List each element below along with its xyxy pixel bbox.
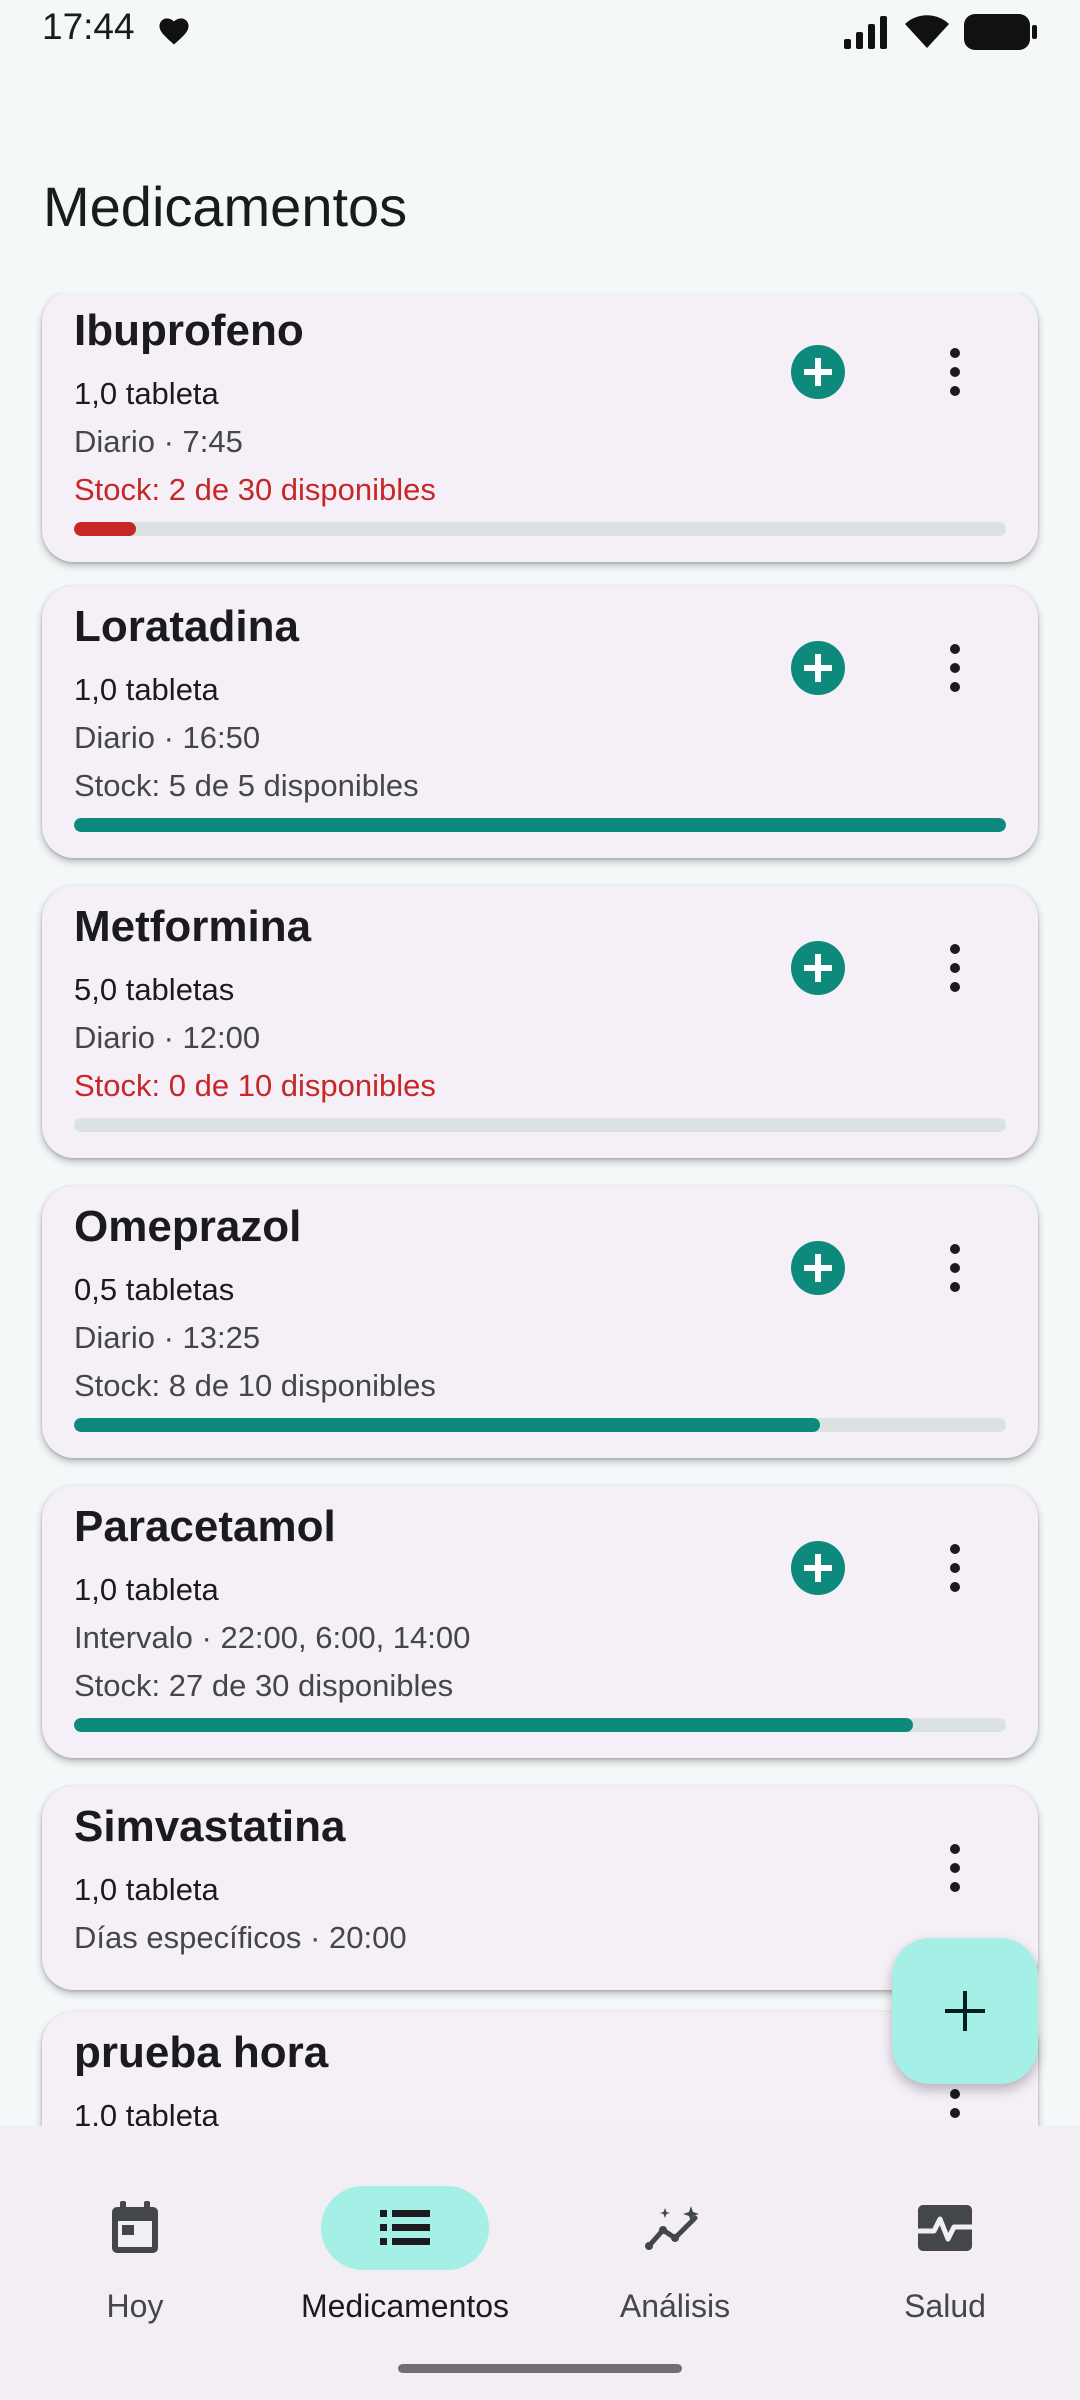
medication-dose: 5,0 tabletas [74,972,235,1007]
stock-progress-bar [74,1718,1006,1732]
add-dose-button[interactable] [790,1240,846,1296]
medication-schedule: Diario · 16:50 [74,720,261,755]
medication-schedule: Diario · 7:45 [74,424,243,459]
medication-name: Ibuprofeno [74,306,304,355]
stock-progress-fill [74,818,1006,832]
nav-item-salud[interactable]: Salud [810,2156,1080,2324]
add-dose-button[interactable] [790,640,846,696]
nav-item-analisis[interactable]: Análisis [540,2156,810,2324]
medication-card[interactable]: Omeprazol 0,5 tabletas Diario · 13:25 Stock… [42,1186,1038,1458]
heart-icon [159,18,189,45]
status-bar: 17:44 [0,0,1080,62]
medication-schedule: Intervalo · 22:00, 6:00, 14:00 [74,1620,471,1655]
medication-list[interactable]: Ibuprofeno 1,0 tableta Diario · 7:45 Stock:… [0,292,1080,2126]
stock-progress-fill [74,1418,820,1432]
list-icon [380,2210,430,2245]
more-options-icon[interactable] [930,636,980,700]
medication-schedule: Días específicos · 20:00 [74,1920,407,1955]
medication-dose: 1,0 tableta [74,1872,219,1907]
more-options-icon[interactable] [930,1836,980,1900]
medication-dose: 0,5 tabletas [74,1272,235,1307]
medication-name: prueba hora [74,2028,329,2077]
medication-schedule: Diario · 13:25 [74,1320,261,1355]
medication-card[interactable]: Paracetamol 1,0 tableta Intervalo · 22:00,… [42,1486,1038,1758]
nav-item-hoy[interactable]: Hoy [0,2156,270,2324]
stock-progress-bar [74,522,1006,536]
stock-progress-bar [74,1118,1006,1132]
add-dose-button[interactable] [790,1540,846,1596]
status-icons [842,12,1038,52]
medication-dose: 1,0 tableta [74,2098,219,2126]
nav-label: Medicamentos [300,2288,510,2324]
medication-name: Simvastatina [74,1802,346,1851]
nav-label: Hoy [106,2288,164,2324]
medication-name: Metformina [74,902,312,951]
health-monitor-icon [918,2205,972,2251]
medication-schedule: Diario · 12:00 [74,1020,261,1055]
nav-label: Análisis [619,2288,731,2324]
nav-pill [591,2186,759,2270]
nav-pill [51,2186,219,2270]
more-options-icon[interactable] [930,340,980,404]
nav-item-medicamentos[interactable]: Medicamentos [270,2156,540,2324]
more-options-icon[interactable] [930,936,980,1000]
medication-dose: 1,0 tableta [74,376,219,411]
add-dose-button[interactable] [790,344,846,400]
medication-card[interactable]: prueba hora 1,0 tableta [42,2012,1038,2126]
plus-icon [945,1991,985,2031]
stock-text: Stock: 0 de 10 disponibles [74,1068,436,1103]
stock-text: Stock: 8 de 10 disponibles [74,1368,436,1403]
stock-progress-fill [74,522,136,536]
medication-dose: 1,0 tableta [74,1572,219,1607]
add-dose-button[interactable] [790,940,846,996]
add-medication-fab[interactable] [892,1938,1038,2084]
page-title: Medicamentos [43,175,408,238]
more-options-icon[interactable] [930,1536,980,1600]
stock-progress-bar [74,818,1006,832]
medication-card[interactable]: Simvastatina 1,0 tableta Días específicos … [42,1786,1038,1990]
stock-text: Stock: 2 de 30 disponibles [74,472,436,507]
wifi-icon [905,15,949,48]
medication-card[interactable]: Loratadina 1,0 tableta Diario · 16:50 Stock… [42,586,1038,858]
stock-progress-bar [74,1418,1006,1432]
stock-progress-fill [74,1718,913,1732]
status-time: 17:44 [42,6,135,47]
more-options-icon[interactable] [930,1236,980,1300]
medication-card[interactable]: Metformina 5,0 tabletas Diario · 12:00 Stoc… [42,886,1038,1158]
medication-card[interactable]: Ibuprofeno 1,0 tableta Diario · 7:45 Stock:… [42,292,1038,562]
stock-text: Stock: 27 de 30 disponibles [74,1668,454,1703]
signal-icon [844,16,887,49]
medication-name: Loratadina [74,602,299,651]
nav-pill-active [321,2186,489,2270]
home-indicator[interactable] [398,2364,682,2373]
stock-text: Stock: 5 de 5 disponibles [74,768,419,803]
calendar-icon [112,2201,158,2253]
nav-pill [861,2186,1029,2270]
analytics-icon [645,2206,699,2250]
medication-name: Omeprazol [74,1202,302,1251]
medication-name: Paracetamol [74,1502,336,1551]
bottom-navigation: Hoy Medicamentos Análisis Salud [0,2126,1080,2400]
nav-label: Salud [904,2288,986,2324]
medication-dose: 1,0 tableta [74,672,219,707]
battery-icon [964,14,1037,50]
